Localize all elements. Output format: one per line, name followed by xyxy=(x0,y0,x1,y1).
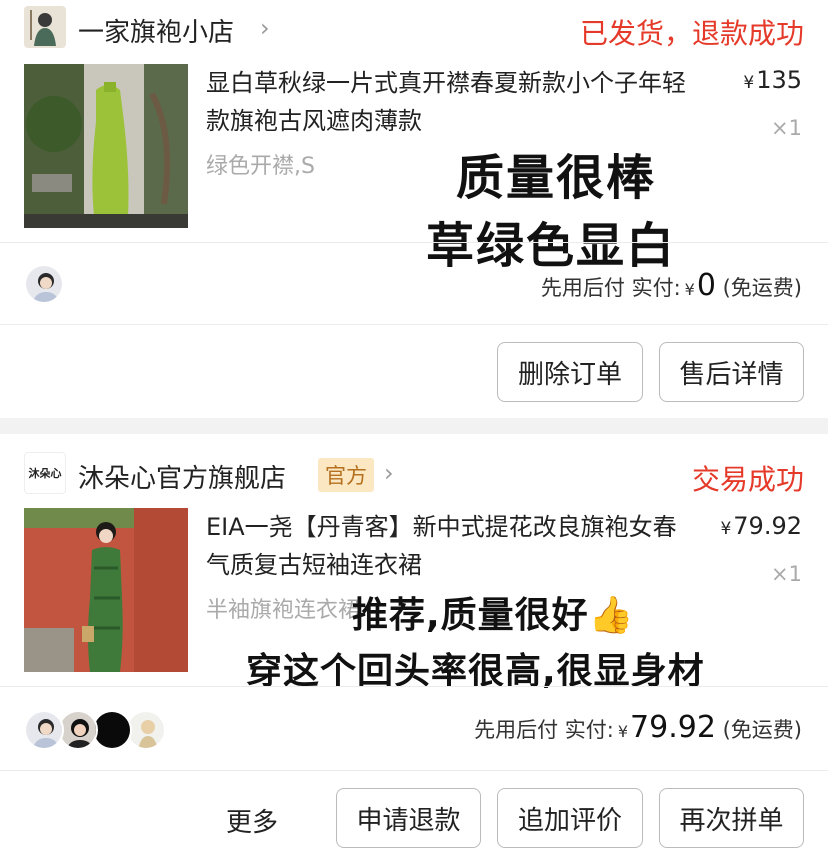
reorder-button[interactable]: 再次拼单 xyxy=(659,788,804,848)
after-sales-details-button[interactable]: 售后详情 xyxy=(659,342,804,402)
review-overlay-line-1: 推荐,质量很好👍 xyxy=(352,595,635,636)
divider xyxy=(0,242,828,243)
price-value: 79.92 xyxy=(733,512,802,540)
order-status: 已发货，退款成功 xyxy=(579,17,804,50)
product-qty: ×1 xyxy=(771,562,802,586)
shipping-note: (免运费) xyxy=(722,718,802,742)
payment-summary: 先用后付 实付: ¥79.92 (免运费) xyxy=(474,710,802,745)
divider xyxy=(0,686,828,687)
product-price: ¥79.92 xyxy=(720,512,802,540)
product-price: ¥135 xyxy=(743,66,802,94)
more-link[interactable]: 更多 xyxy=(226,802,278,839)
shop-name[interactable]: 沐朵心官方旗舰店 xyxy=(78,458,286,495)
official-badge: 官方 xyxy=(318,458,374,492)
divider xyxy=(0,770,828,771)
payment-label: 先用后付 实付: xyxy=(540,276,681,300)
avatar[interactable] xyxy=(24,264,64,304)
paid-amount: 79.92 xyxy=(630,710,716,745)
paid-amount: 0 xyxy=(696,268,716,303)
shop-logo[interactable] xyxy=(24,6,66,48)
review-overlay-line-1: 质量很棒 xyxy=(456,150,657,206)
shop-name[interactable]: 一家旗袍小店 xyxy=(78,12,234,49)
price-value: 135 xyxy=(756,66,802,94)
official-badge-label: 官方 xyxy=(318,458,374,492)
avatar[interactable] xyxy=(92,710,132,750)
shipping-note: (免运费) xyxy=(722,276,802,300)
product-image[interactable] xyxy=(24,64,188,228)
chevron-right-icon[interactable]: › xyxy=(260,14,270,42)
currency-symbol: ¥ xyxy=(743,73,755,93)
product-title[interactable]: EIA一尧【丹青客】新中式提花改良旗袍女春气质复古短袖连衣裙 xyxy=(206,508,696,584)
payment-label: 先用后付 实付: xyxy=(474,718,614,742)
shop-logo-text: 沐朵心 xyxy=(28,467,62,480)
divider xyxy=(0,324,828,325)
currency-symbol: ¥ xyxy=(617,722,629,741)
order-card-1: 一家旗袍小店 › 已发货，退款成功 显白草秋绿一片式真开襟春夏新款小个子年轻款旗… xyxy=(0,0,828,418)
product-image[interactable] xyxy=(24,508,188,672)
shop-logo[interactable]: 沐朵心 xyxy=(24,452,66,494)
review-overlay-line-2: 草绿色显白 xyxy=(426,218,677,274)
product-title[interactable]: 显白草秋绿一片式真开襟春夏新款小个子年轻款旗袍古风遮肉薄款 xyxy=(206,64,696,140)
avatar[interactable] xyxy=(58,710,98,750)
order-card-2: 沐朵心 沐朵心官方旗舰店 官方 › 交易成功 EIA一尧【丹青客】新中式提花改良… xyxy=(0,434,828,867)
delete-order-button[interactable]: 删除订单 xyxy=(497,342,643,402)
product-spec: 半袖旗袍连衣裙 xyxy=(206,598,361,623)
product-qty: ×1 xyxy=(771,116,802,140)
request-refund-button[interactable]: 申请退款 xyxy=(336,788,481,848)
order-status: 交易成功 xyxy=(691,463,804,496)
add-review-button[interactable]: 追加评价 xyxy=(497,788,643,848)
section-gap xyxy=(0,418,828,434)
chevron-right-icon[interactable]: › xyxy=(384,459,394,487)
currency-symbol: ¥ xyxy=(720,519,732,539)
payment-summary: 先用后付 实付: ¥0 (免运费) xyxy=(541,268,802,303)
avatar[interactable] xyxy=(24,710,64,750)
product-spec: 绿色开襟,S xyxy=(206,154,315,179)
currency-symbol: ¥ xyxy=(684,280,695,299)
avatar[interactable] xyxy=(126,710,166,750)
